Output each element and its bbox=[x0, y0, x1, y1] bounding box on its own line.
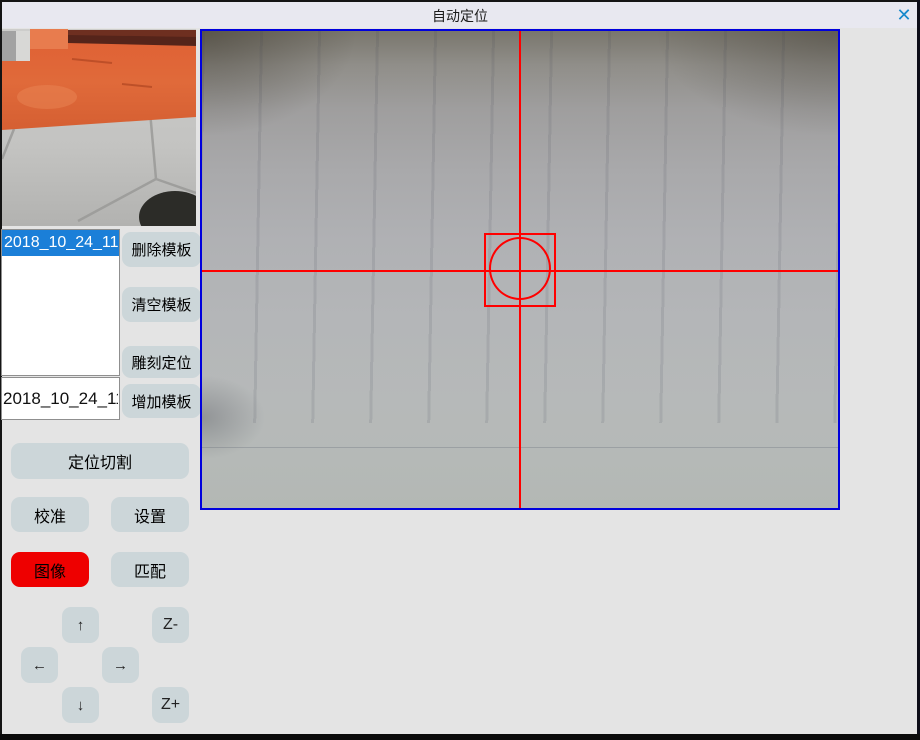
camera-live-view[interactable] bbox=[200, 29, 840, 510]
jog-up-button[interactable]: ↑ bbox=[62, 607, 99, 643]
match-button[interactable]: 匹配 bbox=[111, 552, 189, 587]
template-thumbnail-image bbox=[2, 29, 196, 226]
template-listbox[interactable]: 2018_10_24_11 bbox=[1, 229, 120, 376]
settings-button[interactable]: 设置 bbox=[111, 497, 189, 532]
target-region-circle bbox=[489, 237, 551, 300]
list-item-template[interactable]: 2018_10_24_11 bbox=[2, 230, 119, 256]
add-template-button[interactable]: 增加模板 bbox=[122, 384, 201, 418]
jog-left-button[interactable]: ← bbox=[21, 647, 58, 683]
calibrate-button[interactable]: 校准 bbox=[11, 497, 89, 532]
close-icon[interactable]: ✕ bbox=[891, 4, 917, 26]
template-name-input[interactable] bbox=[1, 377, 120, 420]
engrave-position-button[interactable]: 雕刻定位 bbox=[122, 346, 201, 378]
image-button-active[interactable]: 图像 bbox=[11, 552, 89, 587]
window-border-bottom bbox=[0, 734, 920, 740]
jog-z-minus-button[interactable]: Z- bbox=[152, 607, 189, 643]
jog-z-plus-button[interactable]: Z+ bbox=[152, 687, 189, 723]
jog-down-button[interactable]: ↓ bbox=[62, 687, 99, 723]
position-cut-button[interactable]: 定位切割 bbox=[11, 443, 189, 479]
window-title: 自动定位 bbox=[0, 6, 920, 26]
clear-templates-button[interactable]: 清空模板 bbox=[122, 287, 201, 322]
delete-template-button[interactable]: 删除模板 bbox=[122, 232, 201, 267]
jog-right-button[interactable]: → bbox=[102, 647, 139, 683]
